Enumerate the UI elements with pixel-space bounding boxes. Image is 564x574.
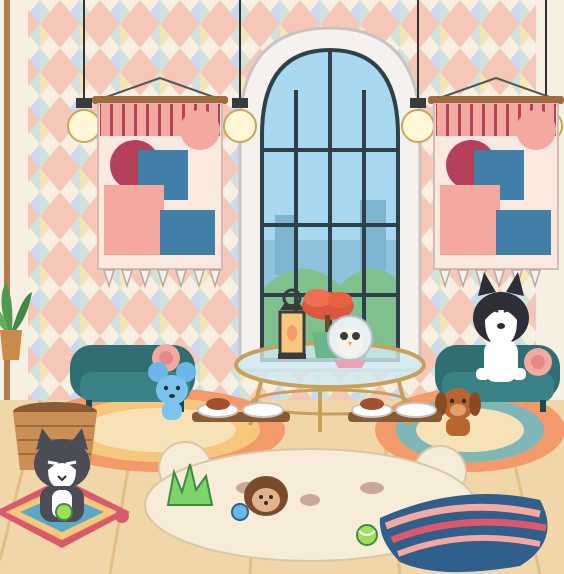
tennis-ball-icon[interactable] — [231, 503, 249, 521]
grey-cat-icon[interactable] — [34, 428, 90, 522]
owl-crystal-ball-icon[interactable] — [327, 315, 373, 368]
hedgehog-icon[interactable] — [244, 476, 288, 516]
tapestry-icon[interactable] — [92, 77, 228, 289]
game-scene — [0, 0, 564, 574]
tennis-ball-icon[interactable] — [356, 524, 378, 546]
room-canvas — [0, 0, 564, 574]
tapestry-icon[interactable] — [428, 77, 564, 289]
